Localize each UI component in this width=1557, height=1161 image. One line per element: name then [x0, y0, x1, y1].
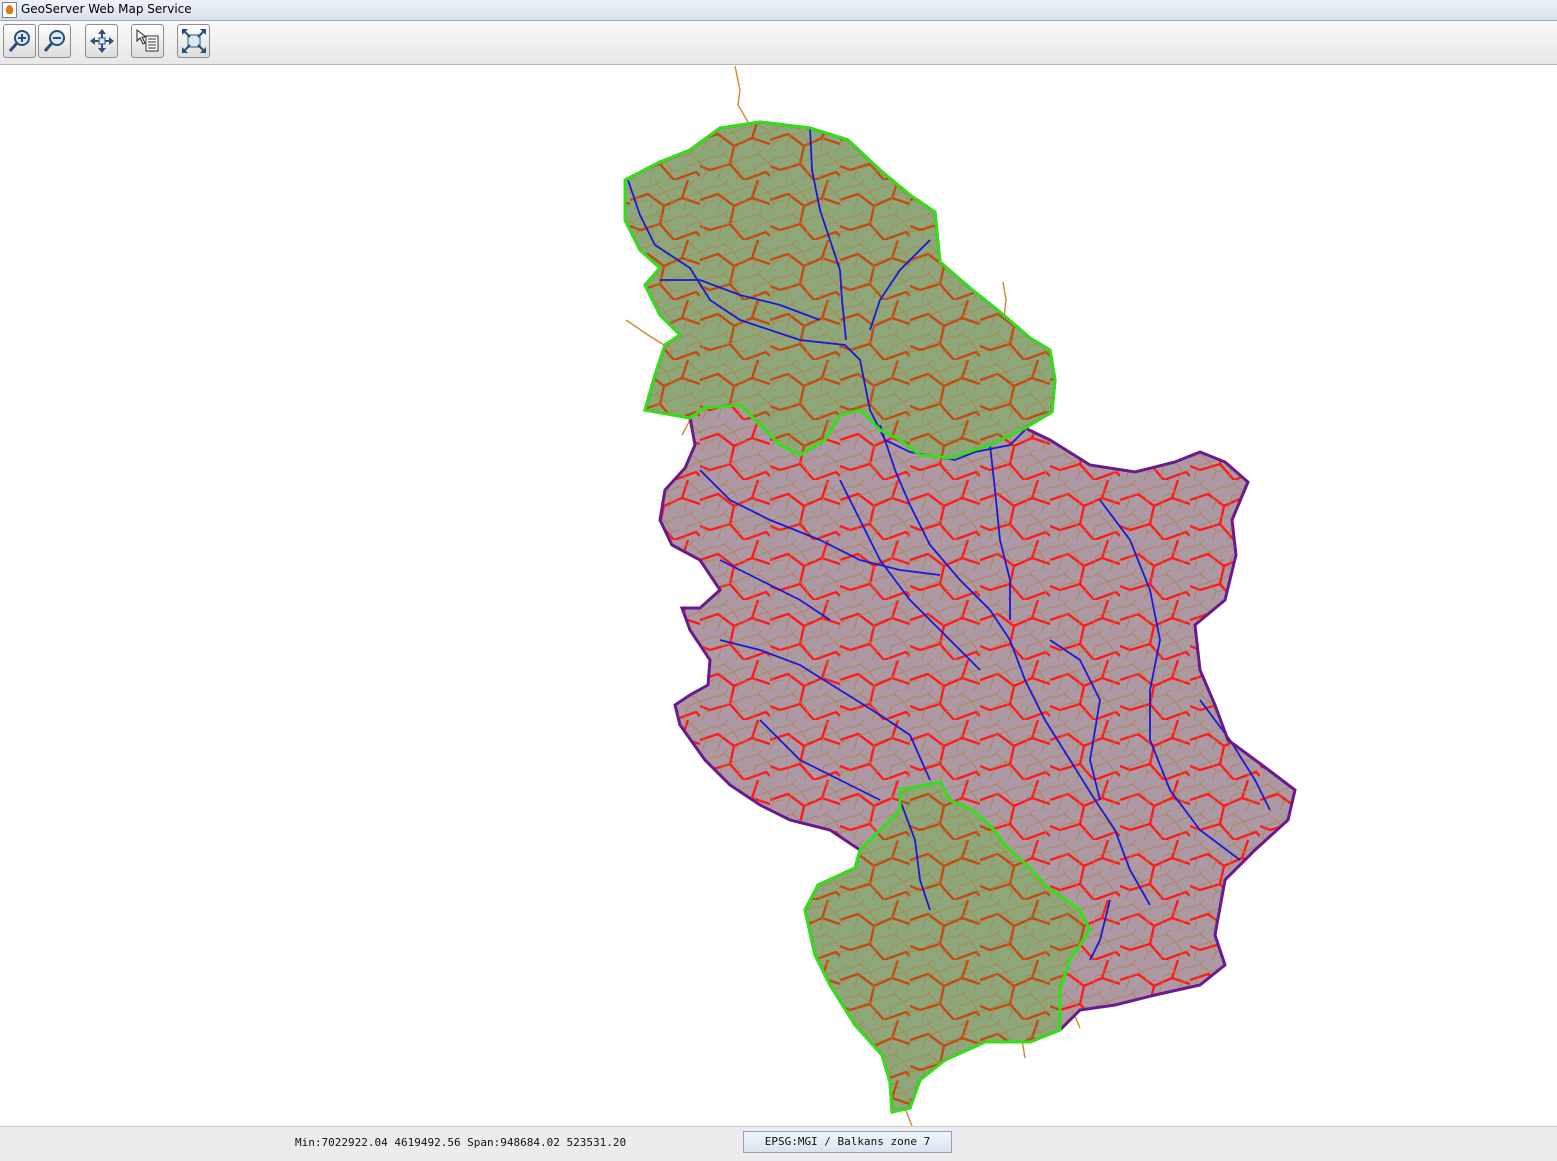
zoom-in-button[interactable] — [3, 24, 36, 58]
info-button[interactable] — [131, 24, 164, 58]
zoom-out-icon — [43, 30, 65, 52]
extent-readout: Min:7022922.04 4619492.56 Span:948684.02… — [295, 1136, 627, 1149]
window-title: GeoServer Web Map Service — [21, 2, 192, 16]
pan-icon — [90, 29, 114, 53]
crs-button[interactable]: EPSG:MGI / Balkans zone 7 — [743, 1131, 952, 1153]
info-cursor-icon — [136, 28, 159, 52]
reset-extent-icon — [182, 29, 206, 53]
reset-extent-button[interactable] — [177, 24, 210, 58]
java-cup-icon — [2, 2, 17, 18]
window-titlebar: GeoServer Web Map Service — [0, 0, 1557, 21]
toolbar — [0, 21, 1557, 65]
map-svg[interactable] — [0, 65, 1557, 1127]
zoom-in-icon — [8, 30, 30, 52]
map-canvas[interactable] — [0, 65, 1557, 1127]
pan-button[interactable] — [85, 24, 118, 58]
zoom-out-button[interactable] — [38, 24, 71, 58]
status-bar: Min:7022922.04 4619492.56 Span:948684.02… — [0, 1126, 1557, 1161]
